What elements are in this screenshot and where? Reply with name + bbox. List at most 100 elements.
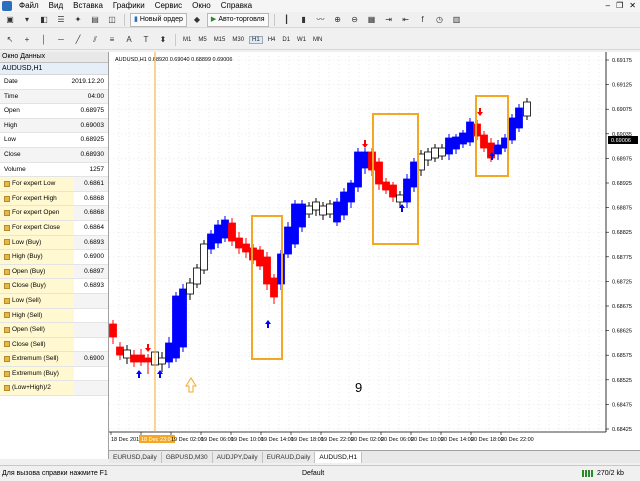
new-chart-icon[interactable]: ▣ bbox=[3, 13, 17, 27]
data-row-label: Extremum (Buy) bbox=[12, 369, 59, 377]
tf-w1[interactable]: W1 bbox=[295, 37, 308, 43]
indicators-icon[interactable]: f bbox=[416, 13, 430, 27]
candle-body bbox=[382, 181, 390, 191]
autotrading-button[interactable]: ▶ Авто-торговля bbox=[206, 12, 269, 27]
candle-body bbox=[291, 203, 299, 245]
autoscroll-icon[interactable]: ⇥ bbox=[382, 13, 396, 27]
status-help-text: Для вызова справки нажмите F1 bbox=[2, 470, 108, 477]
data-row-label: For expert Low bbox=[12, 180, 56, 188]
annotation-number: 9 bbox=[355, 380, 362, 395]
candle-body bbox=[340, 191, 348, 216]
tab-euraud-daily[interactable]: EURAUD,Daily bbox=[263, 452, 316, 463]
time-tick-label: 20 Dec 06:00 bbox=[381, 437, 414, 443]
price-tick-label: 0.68575 bbox=[612, 353, 632, 359]
bar-chart-icon[interactable]: ┃ bbox=[280, 13, 294, 27]
data-window-title: Окно Данных bbox=[0, 52, 108, 63]
data-row-value bbox=[74, 381, 108, 395]
zoom-in-icon[interactable]: ⊕ bbox=[331, 13, 345, 27]
time-tick-label: 18 Dec 2019 bbox=[111, 437, 142, 443]
candle-body bbox=[354, 151, 362, 188]
text-icon[interactable]: A bbox=[122, 33, 136, 47]
navigator-icon[interactable]: ✦ bbox=[71, 13, 85, 27]
label-icon[interactable]: T bbox=[139, 33, 153, 47]
new-order-button[interactable]: ▮ Новый ордер bbox=[130, 12, 187, 27]
data-row-label: Extremum (Sell) bbox=[12, 355, 59, 363]
tester-icon[interactable]: ◫ bbox=[105, 13, 119, 27]
tf-mn[interactable]: MN bbox=[311, 37, 324, 43]
data-window-symbol[interactable]: AUDUSD,H1 bbox=[0, 63, 108, 75]
data-row: Low (Sell) bbox=[0, 293, 108, 309]
candle-body bbox=[494, 144, 502, 155]
indicator-icon bbox=[4, 326, 10, 333]
data-row-label: Low (Buy) bbox=[12, 238, 42, 246]
menu-help[interactable]: Справка bbox=[216, 0, 257, 12]
data-row-value bbox=[74, 294, 108, 308]
tf-m15[interactable]: M15 bbox=[212, 37, 228, 43]
data-row-value: 0.68975 bbox=[80, 107, 105, 115]
new-order-label: Новый ордер bbox=[139, 15, 183, 23]
candle-body bbox=[459, 132, 467, 145]
data-row-label: Open (Sell) bbox=[12, 326, 45, 334]
tf-d1[interactable]: D1 bbox=[280, 37, 292, 43]
menu-file[interactable]: Файл bbox=[14, 0, 44, 12]
time-tick-label: 19 Dec 22:00 bbox=[321, 437, 354, 443]
terminal-icon[interactable]: ▤ bbox=[88, 13, 102, 27]
data-row: Close 0.68930 bbox=[0, 147, 108, 163]
line-chart-icon[interactable]: 〰 bbox=[314, 13, 328, 27]
tab-eurusd-daily[interactable]: EURUSD,Daily bbox=[109, 452, 162, 463]
tf-h4[interactable]: H4 bbox=[266, 37, 278, 43]
cursor-icon[interactable]: ↖ bbox=[3, 33, 17, 47]
data-row-label: Close (Buy) bbox=[12, 282, 46, 290]
candle-body bbox=[207, 233, 215, 250]
price-tick-label: 0.68775 bbox=[612, 255, 632, 261]
zoom-out-icon[interactable]: ⊖ bbox=[348, 13, 362, 27]
data-row: Low 0.68925 bbox=[0, 133, 108, 148]
candlestick-icon[interactable]: ▮ bbox=[297, 13, 311, 27]
candle-body bbox=[480, 134, 488, 149]
trendline-icon[interactable]: ╱ bbox=[71, 33, 85, 47]
vertical-line-icon[interactable]: │ bbox=[37, 33, 51, 47]
minimize-icon[interactable]: – bbox=[606, 1, 610, 10]
status-profile: Default bbox=[302, 470, 325, 477]
market-watch-icon[interactable]: ◧ bbox=[37, 13, 51, 27]
tab-gbpusd-m30[interactable]: GBPUSD,M30 bbox=[162, 452, 213, 463]
profiles-icon[interactable]: ▾ bbox=[20, 13, 34, 27]
candle-body bbox=[326, 203, 334, 215]
indicator-icon bbox=[4, 370, 10, 377]
templates-icon[interactable]: ▥ bbox=[450, 13, 464, 27]
close-icon[interactable]: ✕ bbox=[629, 1, 636, 10]
menu-tools[interactable]: Сервис bbox=[150, 0, 187, 12]
chart-area[interactable]: 0.69175 0.69125 0.69075 0.69035 0.68975 0.689… bbox=[109, 52, 640, 450]
data-row-value: 0.6893 bbox=[84, 282, 104, 290]
price-chart[interactable]: 0.691750.691250.690750.690350.689750.689… bbox=[109, 52, 640, 450]
price-tick-label: 0.69175 bbox=[612, 58, 632, 64]
periods-icon[interactable]: ◷ bbox=[433, 13, 447, 27]
horizontal-line-icon[interactable]: ─ bbox=[54, 33, 68, 47]
menu-window[interactable]: Окно bbox=[187, 0, 216, 12]
tf-m1[interactable]: M1 bbox=[181, 37, 193, 43]
tab-audjpy-daily[interactable]: AUDJPY,Daily bbox=[213, 452, 263, 463]
menu-charts[interactable]: Графики bbox=[108, 0, 150, 12]
candle-body bbox=[347, 182, 355, 203]
tf-m30[interactable]: M30 bbox=[230, 37, 246, 43]
tf-m5[interactable]: M5 bbox=[196, 37, 208, 43]
tile-icon[interactable]: ▦ bbox=[365, 13, 379, 27]
menu-insert[interactable]: Вставка bbox=[68, 0, 108, 12]
metaeditor-icon[interactable]: ◆ bbox=[190, 13, 204, 27]
candle-body bbox=[403, 178, 411, 203]
data-window-icon[interactable]: ☰ bbox=[54, 13, 68, 27]
price-tick-label: 0.68975 bbox=[612, 156, 632, 162]
candle-body bbox=[515, 107, 523, 129]
arrows-icon[interactable]: ⬍ bbox=[156, 33, 170, 47]
tab-audusd-h1[interactable]: AUDUSD,H1 bbox=[315, 452, 362, 463]
equidistant-channel-icon[interactable]: ⫽ bbox=[88, 33, 102, 47]
fibonacci-icon[interactable]: ≡ bbox=[105, 33, 119, 47]
crosshair-icon[interactable]: + bbox=[20, 33, 34, 47]
tf-h1[interactable]: H1 bbox=[249, 35, 263, 44]
candle-body bbox=[109, 323, 117, 338]
menu-view[interactable]: Вид bbox=[44, 0, 68, 12]
data-row-value: 0.68925 bbox=[80, 136, 105, 144]
restore-icon[interactable]: ❐ bbox=[616, 1, 623, 10]
data-row: Time 04:00 bbox=[0, 89, 108, 105]
chart-shift-icon[interactable]: ⇤ bbox=[399, 13, 413, 27]
